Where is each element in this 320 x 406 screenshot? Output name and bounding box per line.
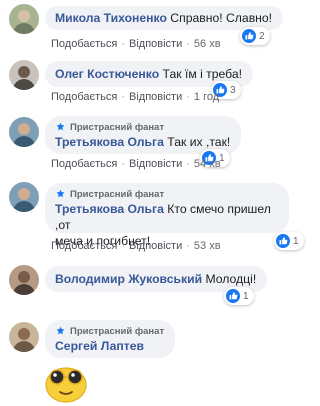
comment-author[interactable]: Третьякова Ольга (55, 135, 164, 149)
fan-badge: Пристрасний фанат (55, 325, 164, 338)
avatar[interactable] (9, 182, 39, 212)
comment-text: Справно! Славно! (170, 11, 273, 25)
comment-meta: Подобається · Відповісти · 53 хв (51, 240, 221, 252)
reaction-badge[interactable]: 1 (274, 232, 304, 250)
comment-time[interactable]: 1 год (194, 91, 219, 103)
reaction-count: 2 (259, 30, 265, 42)
reaction-badge[interactable]: 1 (224, 287, 254, 305)
comment-author[interactable]: Олег Костюченко (55, 67, 159, 81)
avatar[interactable] (9, 60, 39, 90)
comment-author[interactable]: Сергей Лаптев (55, 339, 144, 353)
fan-badge: Пристрасний фанат (55, 121, 230, 134)
sunglasses-emoji-sticker (45, 367, 87, 403)
reaction-badge[interactable]: 2 (240, 27, 270, 45)
avatar[interactable] (9, 4, 39, 34)
fan-badge-label: Пристрасний фанат (70, 189, 165, 200)
comment-text: Так их ,так! (167, 135, 231, 149)
avatar[interactable] (9, 265, 39, 295)
like-link[interactable]: Подобається (51, 240, 117, 252)
comment-meta: Подобається · Відповісти · 56 хв (51, 38, 221, 50)
comment-text: Так їм і треба! (162, 67, 243, 81)
like-icon (242, 29, 256, 43)
top-fan-icon (56, 189, 65, 198)
like-link[interactable]: Подобається (51, 91, 117, 103)
fan-badge-label: Пристрасний фанат (70, 122, 165, 133)
like-link[interactable]: Подобається (51, 158, 117, 170)
comment-text: Молодці! (205, 272, 257, 286)
like-icon (226, 289, 240, 303)
top-fan-icon (56, 326, 65, 335)
reply-link[interactable]: Відповісти (129, 240, 182, 252)
comment-author[interactable]: Микола Тихоненко (55, 11, 167, 25)
like-icon (276, 234, 290, 248)
comment-meta: Подобається · Відповісти · 1 год (51, 91, 220, 103)
reply-link[interactable]: Відповісти (129, 91, 182, 103)
comment-author[interactable]: Володимир Жуковський (55, 272, 202, 286)
top-fan-icon (56, 122, 65, 131)
reaction-count: 3 (230, 84, 236, 96)
reaction-count: 1 (243, 290, 249, 302)
comment-author[interactable]: Третьякова Ольга (55, 202, 164, 216)
avatar[interactable] (9, 322, 39, 352)
comment-time[interactable]: 54 хв (194, 158, 221, 170)
fan-badge: Пристрасний фанат (55, 188, 278, 201)
fan-badge-label: Пристрасний фанат (70, 326, 165, 337)
comment-time[interactable]: 53 хв (194, 240, 221, 252)
comment-meta: Подобається · Відповісти · 54 хв (51, 158, 221, 170)
comment-bubble: Пристрасний фанат Сергей Лаптев (45, 320, 176, 358)
comment-time[interactable]: 56 хв (194, 38, 221, 50)
reply-link[interactable]: Відповісти (129, 38, 182, 50)
like-link[interactable]: Подобається (51, 38, 117, 50)
comment-bubble: Пристрасний фанат Третьякова Ольга Кто с… (45, 183, 289, 248)
reply-link[interactable]: Відповісти (129, 158, 182, 170)
reaction-count: 1 (293, 235, 299, 247)
avatar[interactable] (9, 117, 39, 147)
